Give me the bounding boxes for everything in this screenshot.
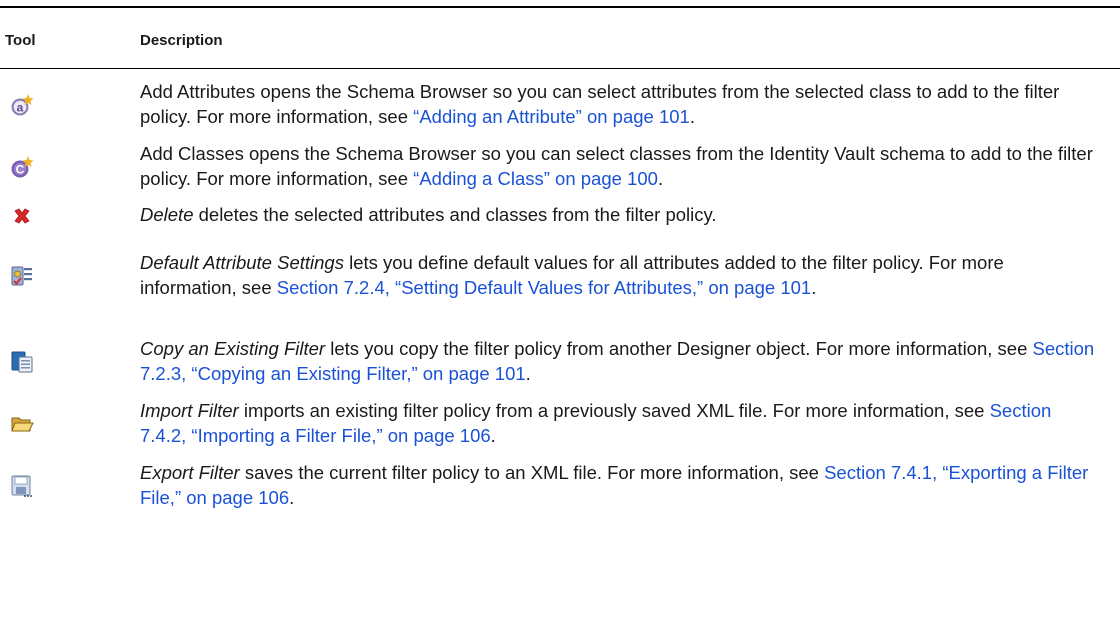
row-description: Import Filter imports an existing filter… bbox=[140, 398, 1100, 448]
copy-filter-icon bbox=[10, 350, 34, 374]
default-values-link[interactable]: Section 7.2.4, “Setting Default Values f… bbox=[277, 277, 811, 298]
row-description: Copy an Existing Filter lets you copy th… bbox=[140, 336, 1100, 386]
row-description: Default Attribute Settings lets you defi… bbox=[140, 250, 1100, 300]
tool-name: Import Filter bbox=[140, 400, 239, 421]
tool-name: Default Attribute Settings bbox=[140, 252, 344, 273]
tool-name: Copy an Existing Filter bbox=[140, 338, 326, 359]
description-end: . bbox=[811, 277, 817, 298]
add-attribute-icon: a bbox=[10, 93, 34, 117]
add-class-icon: C bbox=[10, 155, 34, 179]
import-filter-icon bbox=[10, 412, 34, 436]
description-end: . bbox=[657, 168, 664, 189]
description-end: . bbox=[525, 363, 531, 384]
svg-text:C: C bbox=[16, 163, 25, 177]
description-end: . bbox=[689, 106, 695, 127]
row-description: Add Classes opens the Schema Browser so … bbox=[140, 141, 1100, 191]
adding-class-link[interactable]: “Adding a Class” on page 100 bbox=[413, 168, 658, 189]
description-end: . bbox=[490, 425, 496, 446]
description-text: deletes the selected attributes and clas… bbox=[193, 204, 717, 225]
adding-attribute-link[interactable]: “Adding an Attribute” on page 101 bbox=[413, 106, 690, 127]
tool-name: Delete bbox=[140, 204, 194, 225]
description-text: lets you copy the filter policy from ano… bbox=[325, 338, 1033, 359]
svg-text:a: a bbox=[17, 101, 24, 115]
row-description: Delete deletes the selected attributes a… bbox=[140, 202, 1100, 227]
export-filter-icon bbox=[10, 474, 34, 498]
description-text: imports an existing filter policy from a… bbox=[238, 400, 990, 421]
header-description: Description bbox=[140, 32, 223, 49]
default-attribute-settings-icon bbox=[10, 264, 34, 288]
header-tool: Tool bbox=[5, 32, 36, 49]
delete-icon bbox=[10, 204, 34, 228]
row-description: Export Filter saves the current filter p… bbox=[140, 460, 1100, 510]
tool-name: Export Filter bbox=[140, 462, 240, 483]
description-text: saves the current filter policy to an XM… bbox=[239, 462, 825, 483]
table-header: Tool Description bbox=[0, 8, 1120, 68]
table-header-rule bbox=[0, 68, 1120, 69]
description-end: . bbox=[289, 487, 295, 508]
row-description: Add Attributes opens the Schema Browser … bbox=[140, 79, 1100, 129]
